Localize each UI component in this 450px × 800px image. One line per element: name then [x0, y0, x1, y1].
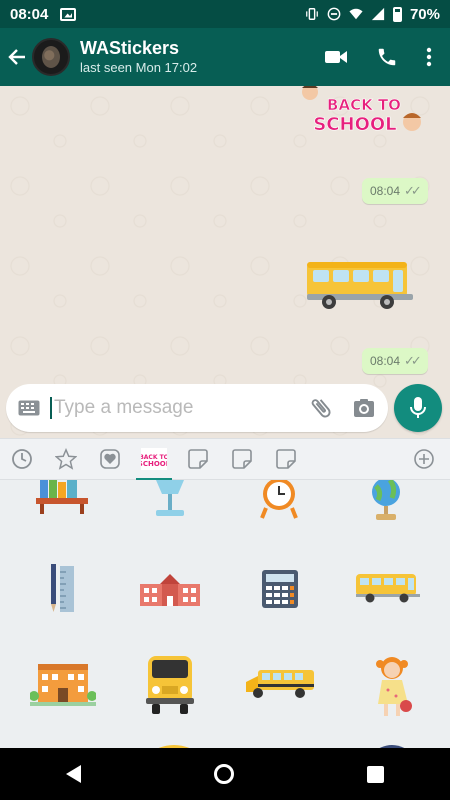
navigation-bar: [0, 748, 450, 800]
back-to-school-sticker[interactable]: BACK TO SCHOOL: [300, 86, 428, 138]
sticker-grid: [0, 480, 450, 748]
status-icons: 70%: [305, 6, 440, 23]
calculator-sticker[interactable]: [262, 570, 298, 608]
keyboard-icon[interactable]: [18, 400, 40, 416]
school-bus-angle-sticker[interactable]: [244, 668, 316, 700]
bookshelf-sticker[interactable]: [36, 480, 88, 514]
composer: [0, 378, 450, 438]
message-input[interactable]: [54, 397, 302, 419]
svg-text:SCHOOL: SCHOOL: [141, 460, 167, 468]
school-building-sticker[interactable]: [138, 572, 202, 606]
read-ticks-icon: ✓✓: [404, 183, 422, 198]
plus-icon: [414, 449, 434, 469]
back-to-school-pack-icon: BACK TOSCHOOL: [141, 448, 167, 470]
do-not-disturb-icon: [327, 7, 341, 21]
ruler-pencil-sticker[interactable]: [48, 564, 76, 614]
heart-pack-icon: [100, 449, 120, 469]
sticker-icon: [232, 449, 252, 469]
attach-icon[interactable]: [308, 395, 334, 421]
alarm-clock-sticker[interactable]: [256, 480, 302, 520]
svg-text:BACK TO: BACK TO: [327, 96, 401, 114]
status-time: 08:04: [10, 5, 49, 23]
tab-recent[interactable]: [0, 438, 44, 480]
school-bus-side-sticker[interactable]: [356, 572, 420, 604]
star-icon: [55, 448, 77, 470]
battery-icon: [392, 6, 402, 22]
nav-recents-button[interactable]: [366, 765, 384, 783]
status-bar: 08:04 70%: [0, 0, 450, 28]
desk-lamp-sticker[interactable]: [150, 480, 190, 518]
globe-sticker[interactable]: [364, 480, 408, 522]
tab-back-to-school-pack[interactable]: BACK TOSCHOOL: [132, 438, 176, 481]
sticker-tabs: BACK TOSCHOOL: [0, 438, 450, 481]
clock-icon: [12, 449, 32, 469]
contact-info[interactable]: WAStickers last seen Mon 17:02: [80, 38, 197, 76]
message-bubble[interactable]: 08:04 ✓✓: [362, 178, 428, 204]
message-time: 08:04: [370, 354, 401, 368]
tab-pack-5[interactable]: [176, 438, 220, 480]
phone-icon: [378, 48, 396, 66]
tab-favorites[interactable]: [44, 438, 88, 480]
back-arrow-icon: [8, 49, 25, 65]
voice-call-button[interactable]: [376, 46, 398, 68]
tab-heart-pack[interactable]: [88, 438, 132, 480]
more-options-button[interactable]: [426, 47, 432, 67]
header-actions: [324, 46, 432, 68]
wifi-icon: [349, 8, 363, 20]
read-ticks-icon: ✓✓: [404, 353, 422, 368]
text-caret: [50, 397, 52, 419]
school-bus-front-sticker[interactable]: [144, 652, 196, 716]
more-vert-icon: [426, 47, 432, 67]
tab-pack-6[interactable]: [220, 438, 264, 480]
nav-back-button[interactable]: [66, 765, 82, 783]
chat-header: WAStickers last seen Mon 17:02: [0, 28, 450, 86]
message-input-box[interactable]: [6, 384, 388, 432]
sticker-icon: [276, 449, 296, 469]
signal-icon: [371, 7, 385, 21]
contact-avatar[interactable]: [32, 38, 70, 76]
svg-text:SCHOOL: SCHOOL: [313, 114, 396, 135]
message-bubble[interactable]: 08:04 ✓✓: [362, 348, 428, 374]
voice-message-button[interactable]: [394, 384, 442, 432]
add-sticker-pack-button[interactable]: [402, 438, 446, 480]
photo-notification-icon: [60, 7, 77, 21]
back-button[interactable]: [2, 28, 32, 86]
last-seen: last seen Mon 17:02: [80, 60, 198, 75]
microphone-icon: [410, 397, 426, 418]
girl-student-sticker[interactable]: [370, 654, 416, 720]
battery-percent: 70%: [409, 5, 440, 23]
tab-pack-7[interactable]: [264, 438, 308, 480]
sticker-icon: [188, 449, 208, 469]
video-call-button[interactable]: [324, 48, 348, 66]
message-time: 08:04: [370, 184, 401, 198]
video-camera-icon: [325, 51, 347, 63]
nav-home-button[interactable]: [213, 764, 234, 784]
school-house-sticker[interactable]: [30, 660, 96, 706]
contact-name: WAStickers: [80, 38, 180, 58]
school-bus-sticker[interactable]: [305, 256, 415, 312]
camera-icon[interactable]: [352, 396, 376, 420]
vibrate-icon: [306, 8, 318, 20]
